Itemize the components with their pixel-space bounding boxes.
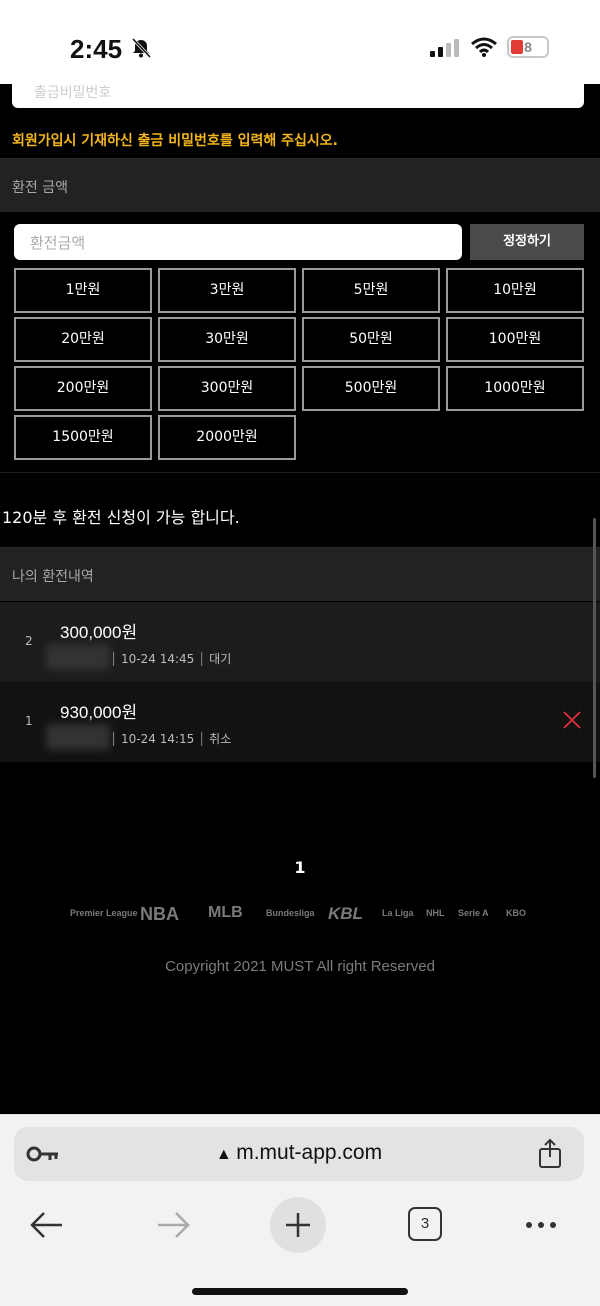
copyright: Copyright 2021 MUST All right Reserved	[165, 958, 435, 975]
share-icon[interactable]	[536, 1137, 564, 1171]
history-amount: 300,000원	[60, 623, 138, 642]
signal-icon	[430, 39, 459, 57]
withdraw-password-input[interactable]: 출금비밀번호	[12, 84, 584, 108]
kbo-logo: KBO	[506, 908, 526, 918]
address-bar[interactable]: ▲ m.mut-app.com	[14, 1127, 584, 1181]
browser-toolbar: ▲ m.mut-app.com 3	[0, 1114, 600, 1306]
history-meta: │ 10-24 14:15 │ 취소	[110, 732, 232, 746]
password-notice: 회원가입시 기재하신 출금 비밀번호를 입력해 주십시오.	[12, 133, 338, 149]
plus-icon	[286, 1213, 310, 1237]
league-logos: Premier League NBA MLB Bundesliga KBL La…	[70, 904, 530, 934]
history-row[interactable]: 2 300,000원 │ 10-24 14:45 │ 대기	[0, 602, 600, 682]
amount-section-header: 환전 금액	[0, 158, 600, 212]
amount-button[interactable]: 300만원	[158, 366, 296, 411]
laliga-logo: La Liga	[382, 908, 414, 918]
withdraw-password-placeholder: 출금비밀번호	[34, 85, 112, 101]
amount-button[interactable]: 10만원	[446, 268, 584, 313]
url-text: ▲ m.mut-app.com	[14, 1141, 584, 1165]
amount-button[interactable]: 50만원	[302, 317, 440, 362]
browser-nav: 3	[0, 1195, 600, 1255]
kbl-logo: KBL	[328, 904, 363, 923]
new-tab-button[interactable]	[270, 1197, 326, 1253]
history-datetime: 10-24 14:15	[121, 732, 195, 746]
amount-button[interactable]: 200만원	[14, 366, 152, 411]
amount-button[interactable]: 5만원	[302, 268, 440, 313]
nba-logo: NBA	[140, 904, 179, 924]
history-index: 2	[25, 634, 33, 648]
amount-button[interactable]: 3만원	[158, 268, 296, 313]
tabs-button[interactable]: 3	[408, 1207, 442, 1241]
reset-button[interactable]: 정정하기	[470, 224, 584, 260]
status-bar: 2:45 8	[0, 0, 600, 84]
history-section-header: 나의 환전내역	[0, 547, 600, 601]
amount-button[interactable]: 500만원	[302, 366, 440, 411]
amount-button[interactable]: 1만원	[14, 268, 152, 313]
wifi-icon	[471, 37, 497, 57]
wait-message: 120분 후 환전 신청이 가능 합니다.	[2, 508, 240, 527]
history-status: 대기	[209, 652, 232, 666]
divider	[0, 472, 600, 473]
redacted-username	[46, 644, 110, 670]
bell-muted-icon	[131, 37, 152, 59]
lock-icon: ▲	[215, 1146, 237, 1163]
scrollbar[interactable]	[593, 518, 596, 778]
amount-button[interactable]: 2000만원	[158, 415, 296, 460]
amount-input[interactable]: 환전금액	[14, 224, 462, 260]
bundesliga-logo: Bundesliga	[266, 908, 315, 918]
amount-section-title: 환전 금액	[12, 180, 68, 196]
page-content: 출금비밀번호 회원가입시 기재하신 출금 비밀번호를 입력해 주십시오. 환전 …	[0, 84, 600, 1114]
amount-button[interactable]: 30만원	[158, 317, 296, 362]
history-meta: │ 10-24 14:45 │ 대기	[110, 652, 232, 666]
close-icon[interactable]	[562, 710, 582, 730]
amount-button[interactable]: 100만원	[446, 317, 584, 362]
forward-arrow-icon[interactable]	[144, 1195, 204, 1255]
nhl-logo: NHL	[426, 908, 445, 918]
battery-indicator: 8	[507, 36, 549, 58]
premier-league-logo: Premier League	[70, 908, 138, 918]
amount-button[interactable]: 1500만원	[14, 415, 152, 460]
more-icon[interactable]	[512, 1195, 572, 1255]
amount-button[interactable]: 1000만원	[446, 366, 584, 411]
mlb-logo: MLB	[208, 904, 243, 921]
amount-input-placeholder: 환전금액	[30, 234, 86, 252]
history-row[interactable]: 1 930,000원 │ 10-24 14:15 │ 취소	[0, 682, 600, 762]
home-indicator[interactable]	[192, 1288, 408, 1295]
status-time: 2:45	[70, 34, 123, 64]
back-arrow-icon[interactable]	[16, 1195, 76, 1255]
history-status: 취소	[209, 732, 232, 746]
amount-button[interactable]: 20만원	[14, 317, 152, 362]
history-datetime: 10-24 14:45	[121, 652, 195, 666]
redacted-username	[46, 724, 110, 750]
serie-a-logo: Serie A	[458, 908, 489, 918]
url-domain: m.mut-app.com	[236, 1141, 383, 1164]
pagination-current[interactable]: 1	[0, 858, 600, 877]
history-title: 나의 환전내역	[12, 569, 94, 585]
battery-level: 8	[524, 39, 532, 55]
history-index: 1	[25, 714, 33, 728]
history-amount: 930,000원	[60, 703, 138, 722]
